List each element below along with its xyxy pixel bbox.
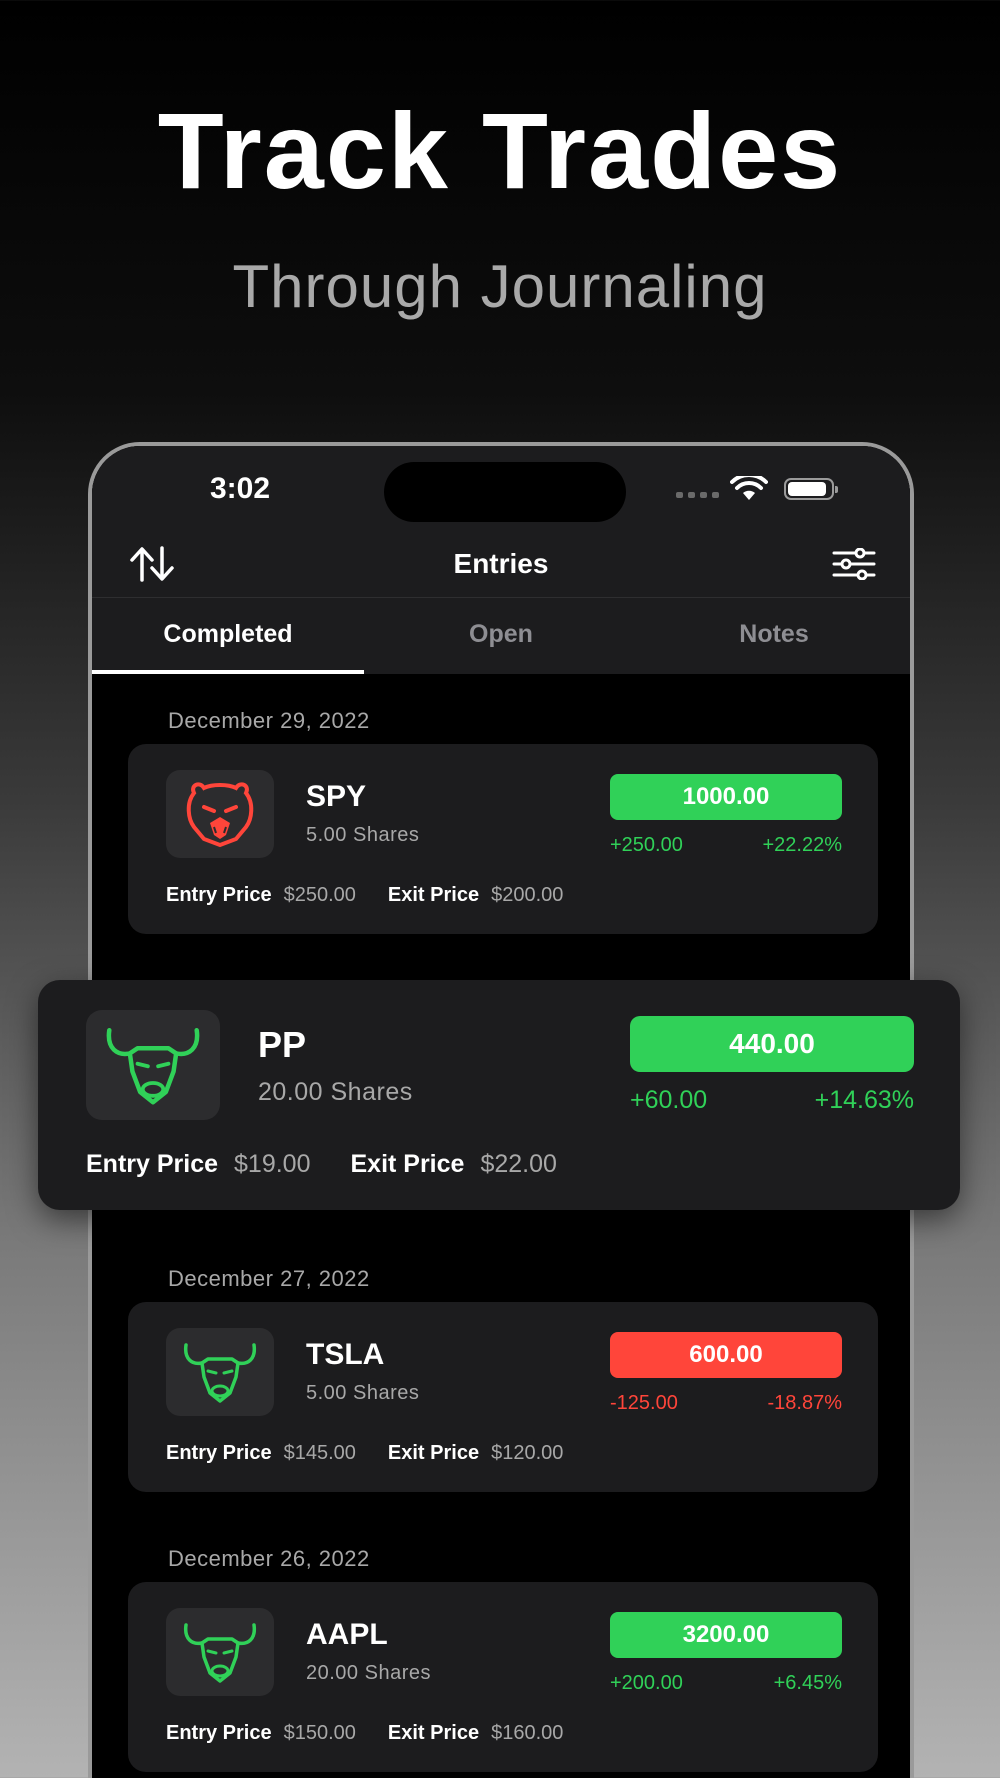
battery-icon	[784, 478, 838, 500]
tab-open[interactable]: Open	[365, 620, 637, 649]
entry-price-value: $19.00	[234, 1150, 311, 1178]
nav-bar: Entries	[92, 530, 910, 598]
change-row: +60.00 +14.63%	[630, 1086, 914, 1115]
change-amount: -125.00	[610, 1392, 678, 1414]
exit-price-value: $200.00	[491, 884, 564, 906]
segment-tabs: Completed Open Notes	[92, 598, 910, 674]
filter-sliders-icon[interactable]	[832, 548, 876, 580]
entry-price-value: $250.00	[283, 884, 356, 906]
exit-price-label: Exit Price	[387, 884, 480, 906]
bull-icon	[166, 1328, 274, 1416]
value-badge: 600.00	[610, 1332, 842, 1378]
change-row: +250.00 +22.22%	[610, 834, 842, 857]
bear-icon	[166, 770, 274, 858]
bull-icon	[86, 1010, 220, 1120]
change-row: -125.00 -18.87%	[610, 1392, 842, 1415]
change-amount: +60.00	[630, 1086, 708, 1114]
change-row: +200.00 +6.45%	[610, 1672, 842, 1695]
tab-completed[interactable]: Completed	[92, 620, 364, 649]
change-percent: +6.45%	[773, 1672, 842, 1694]
change-percent: -18.87%	[767, 1392, 843, 1414]
price-row: Entry Price $19.00 Exit Price $22.00	[86, 1150, 557, 1179]
nav-title: Entries	[453, 548, 549, 579]
price-row: Entry Price $145.00 Exit Price $120.00	[166, 1442, 563, 1465]
exit-price-label: Exit Price	[387, 1442, 480, 1464]
date-header: December 27, 2022	[168, 1266, 370, 1291]
share-count: 20.00 Shares	[258, 1078, 413, 1106]
signal-icon	[676, 492, 719, 498]
entry-price-label: Entry Price	[86, 1150, 219, 1178]
entry-price-label: Entry Price	[166, 884, 272, 906]
active-tab-indicator	[92, 670, 364, 674]
trade-card-spy[interactable]: SPY 5.00 Shares 1000.00 +250.00 +22.22% …	[128, 744, 878, 934]
price-row: Entry Price $250.00 Exit Price $200.00	[166, 884, 563, 907]
ticker-symbol: AAPL	[306, 1618, 388, 1651]
bull-icon	[166, 1608, 274, 1696]
share-count: 5.00 Shares	[306, 824, 420, 846]
date-header: December 29, 2022	[168, 708, 370, 733]
share-count: 20.00 Shares	[306, 1662, 431, 1684]
value-badge: 3200.00	[610, 1612, 842, 1658]
change-percent: +14.63%	[814, 1086, 914, 1114]
change-amount: +250.00	[610, 834, 683, 856]
ticker-symbol: TSLA	[306, 1338, 385, 1371]
trade-card-aapl[interactable]: AAPL 20.00 Shares 3200.00 +200.00 +6.45%…	[128, 1582, 878, 1772]
value-badge: 1000.00	[610, 774, 842, 820]
wifi-icon	[730, 476, 768, 500]
price-row: Entry Price $150.00 Exit Price $160.00	[166, 1722, 563, 1745]
status-bar: 3:02	[92, 446, 910, 530]
dynamic-island	[384, 462, 626, 522]
featured-trade-card-pp[interactable]: PP 20.00 Shares 440.00 +60.00 +14.63% En…	[38, 980, 960, 1210]
change-amount: +200.00	[610, 1672, 683, 1694]
date-header: December 26, 2022	[168, 1546, 370, 1571]
hero-subtitle: Through Journaling	[232, 253, 768, 320]
exit-price-label: Exit Price	[350, 1150, 465, 1178]
entry-price-value: $150.00	[283, 1722, 356, 1744]
ticker-symbol: SPY	[306, 780, 367, 813]
ticker-symbol: PP	[258, 1024, 307, 1065]
exit-price-label: Exit Price	[387, 1722, 480, 1744]
value-badge: 440.00	[630, 1016, 914, 1072]
exit-price-value: $22.00	[480, 1150, 557, 1178]
entry-price-label: Entry Price	[166, 1722, 272, 1744]
exit-price-value: $120.00	[491, 1442, 564, 1464]
exit-price-value: $160.00	[491, 1722, 564, 1744]
share-count: 5.00 Shares	[306, 1382, 420, 1404]
trade-card-tsla[interactable]: TSLA 5.00 Shares 600.00 -125.00 -18.87% …	[128, 1302, 878, 1492]
change-percent: +22.22%	[762, 834, 842, 856]
hero-title: Track Trades	[157, 90, 843, 211]
tab-notes[interactable]: Notes	[638, 620, 910, 649]
entry-price-value: $145.00	[283, 1442, 356, 1464]
entry-price-label: Entry Price	[166, 1442, 272, 1464]
status-time: 3:02	[210, 472, 271, 505]
